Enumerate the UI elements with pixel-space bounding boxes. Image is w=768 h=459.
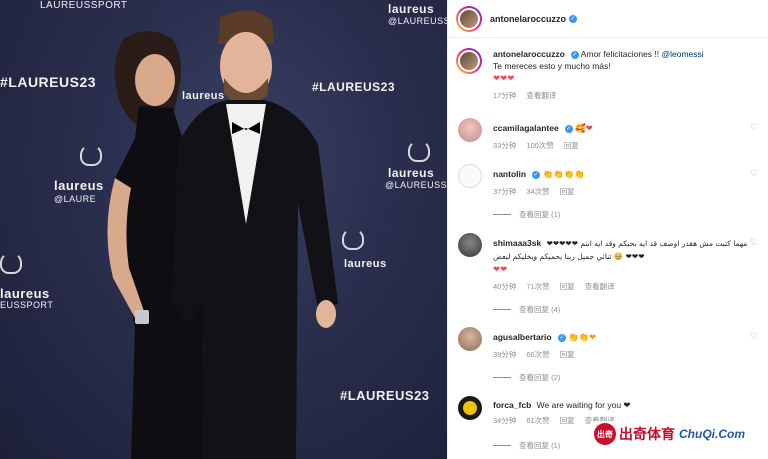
comment-username[interactable]: shimaaa3sk (493, 238, 541, 248)
watermark-logo: 出奇 (594, 423, 616, 445)
comment-time: 17分钟 (493, 91, 517, 100)
comment-text: We are waiting for you ❤ (536, 400, 631, 410)
watermark-cn: 出奇体育 (619, 427, 675, 443)
comments-panel: antonelaroccuzzo ✓ antonelaroccuzzo ✓ Amo… (447, 0, 768, 459)
like-heart-icon[interactable]: ♡ (750, 168, 758, 179)
backdrop-logo: laureus (344, 258, 387, 270)
comment-username[interactable]: ccamilagalantee (493, 123, 559, 133)
backdrop-logo: #LAUREUS23 (340, 388, 430, 403)
view-replies-label: 查看回复 (4) (519, 305, 561, 314)
reply-button[interactable]: 回复 (560, 415, 575, 426)
caption-emojis: ❤❤❤ (493, 73, 515, 83)
avatar[interactable] (458, 396, 482, 420)
post-photo[interactable]: LAUREUSSPORT laureus @LAUREUSSPORT #LAUR… (0, 0, 447, 459)
like-heart-icon[interactable]: ♡ (750, 122, 758, 133)
reply-button[interactable]: 回复 (564, 140, 579, 151)
post-header: antonelaroccuzzo ✓ (448, 0, 768, 38)
backdrop-logo: LAUREUSSPORT (40, 0, 128, 11)
mention-link[interactable]: @leomessi (662, 49, 704, 59)
comment-likes[interactable]: 71次赞 (526, 281, 549, 292)
verified-badge-icon: ✓ (569, 14, 578, 23)
man-figure (172, 10, 338, 459)
comment-time: 34分钟 (493, 416, 517, 425)
laureus-emblem-icon (408, 140, 430, 162)
backdrop-logo: laureus (0, 286, 50, 301)
comment-likes[interactable]: 66次赞 (526, 349, 549, 360)
comment-time: 33分钟 (493, 141, 517, 150)
reply-button[interactable]: 回复 (560, 349, 575, 360)
divider-line (493, 445, 511, 446)
laureus-emblem-icon (0, 252, 22, 274)
comment-username[interactable]: antonelaroccuzzo (493, 49, 565, 59)
view-replies-button[interactable]: 查看回复 (2) (493, 372, 560, 383)
comment-time: 39分钟 (493, 350, 517, 359)
backdrop-logo: EUSSPORT (0, 300, 54, 310)
comment-text: 🥰❤ (575, 123, 593, 133)
backdrop-logo: @LAUREUSSPORT (385, 180, 447, 190)
backdrop-logo: laureus (388, 166, 435, 180)
comment-username[interactable]: agusalbertario (493, 332, 552, 342)
backdrop-logo: @LAUREUSSPORT (388, 16, 447, 26)
verified-badge-icon: ✓ (557, 333, 566, 342)
list-item: ccamilagalantee ✓ 🥰❤ 33分钟 100次赞 回复 ♡ (456, 118, 760, 151)
divider-line (493, 214, 511, 215)
reply-button[interactable]: 回复 (560, 281, 575, 292)
comment-emojis: ❤❤ (493, 264, 508, 274)
divider-line (493, 309, 511, 310)
comment-likes[interactable]: 34次赞 (526, 186, 549, 197)
caption-text: Te mereces esto y mucho más! (493, 61, 611, 71)
comment-likes[interactable]: 100次赞 (526, 140, 554, 151)
caption: antonelaroccuzzo ✓ Amor felicitaciones !!… (456, 48, 760, 101)
watermark-en: ChuQi.Com (679, 427, 745, 441)
site-watermark: 出奇 出奇体育 ChuQi.Com (590, 421, 760, 447)
avatar[interactable] (456, 48, 482, 74)
view-replies-button[interactable]: 查看回复 (1) (493, 209, 560, 220)
like-heart-icon[interactable]: ♡ (750, 237, 758, 248)
view-replies-label: 查看回复 (1) (519, 441, 561, 450)
comment-time: 40分钟 (493, 282, 517, 291)
list-item: nantolin ✓ 👏👏👏👏 37分钟 34次赞 回复 ♡ (456, 164, 760, 197)
like-heart-icon[interactable]: ♡ (750, 331, 758, 342)
translate-button[interactable]: 查看翻译 (526, 90, 556, 101)
divider-line (493, 377, 511, 378)
comment-username[interactable]: forca_fcb (493, 400, 531, 410)
translate-button[interactable]: 查看翻译 (585, 281, 615, 292)
comment-text: 👏👏👏👏 (542, 169, 585, 179)
view-replies-button[interactable]: 查看回复 (1) (493, 440, 560, 451)
caption-text: Amor felicitaciones !! (580, 49, 660, 59)
comment-text: 👏👏❤ (567, 332, 597, 342)
backdrop-logo: #LAUREUS23 (0, 74, 97, 90)
backdrop-logo: laureus (388, 2, 435, 16)
verified-badge-icon: ✓ (532, 170, 541, 179)
backdrop-logo: @LAURE (54, 194, 97, 204)
list-item: shimaaa3sk مهما كتبت مش هقدر اوصف قد ايه… (456, 233, 760, 292)
avatar[interactable] (458, 118, 482, 142)
comment-likes[interactable]: 61次赞 (526, 415, 549, 426)
list-item: agusalbertario ✓ 👏👏❤ 39分钟 66次赞 回复 ♡ (456, 327, 760, 360)
post-author-username[interactable]: antonelaroccuzzo (490, 14, 566, 24)
view-replies-label: 查看回复 (1) (519, 210, 561, 219)
comment-time: 37分钟 (493, 187, 517, 196)
avatar[interactable] (458, 233, 482, 257)
view-replies-button[interactable]: 查看回复 (4) (493, 304, 560, 315)
verified-badge-icon: ✓ (570, 50, 579, 59)
reply-button[interactable]: 回复 (560, 186, 575, 197)
avatar[interactable] (458, 164, 482, 188)
comment-username[interactable]: nantolin (493, 169, 526, 179)
avatar[interactable] (456, 5, 482, 32)
verified-badge-icon: ✓ (564, 124, 573, 133)
avatar[interactable] (458, 327, 482, 351)
view-replies-label: 查看回复 (2) (519, 373, 561, 382)
